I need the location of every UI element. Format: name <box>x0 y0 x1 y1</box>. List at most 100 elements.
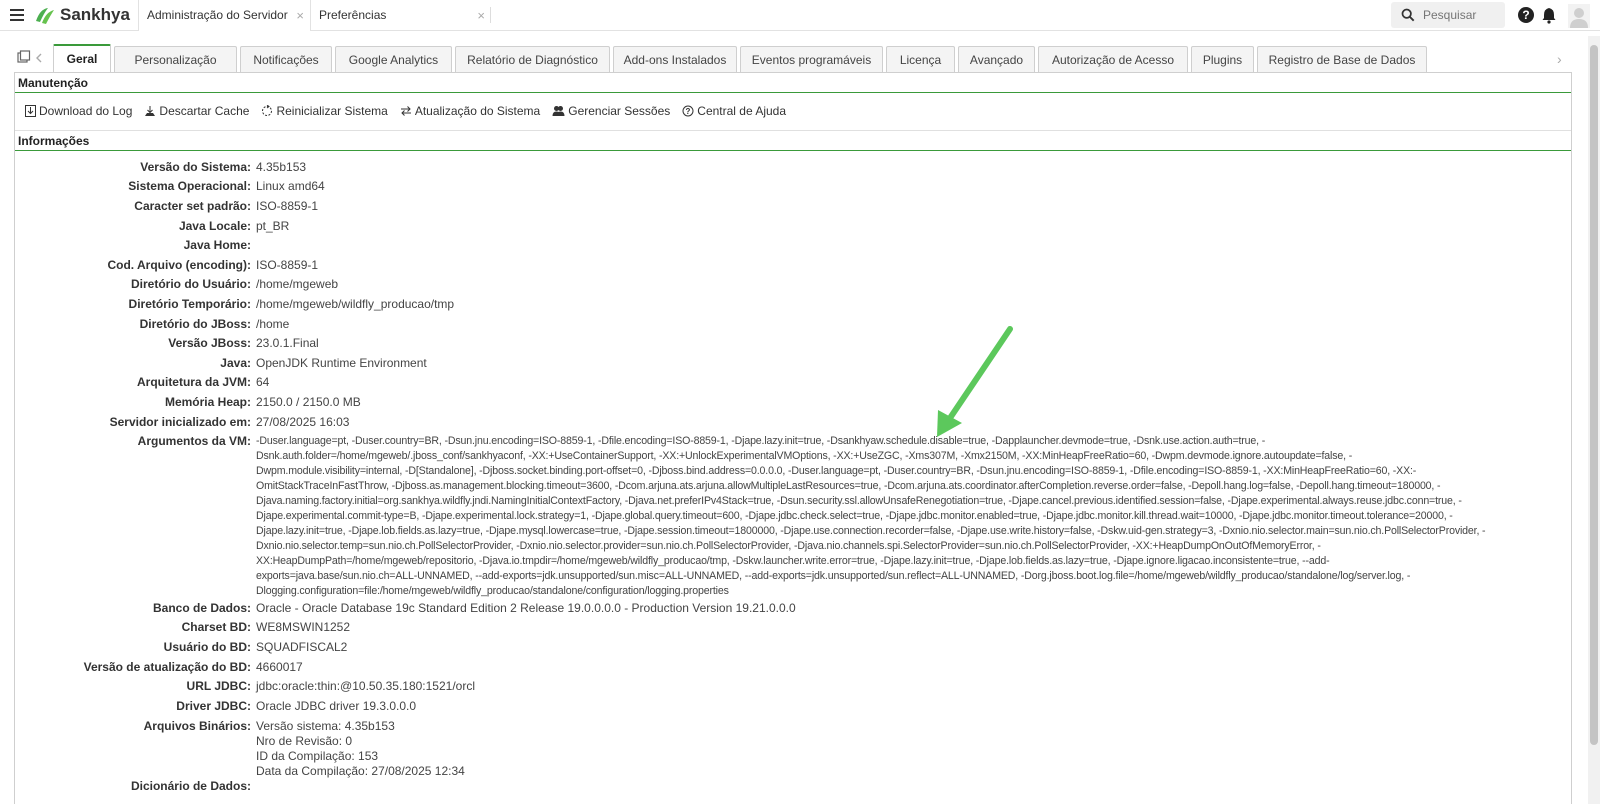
info-value: ISO-8859-1 <box>256 199 319 213</box>
info-label: Diretório Temporário: <box>128 297 251 311</box>
download-log-button[interactable]: Download do Log <box>25 104 132 118</box>
info-value: /home/mgeweb <box>256 277 339 291</box>
info-value: SQUADFISCAL2 <box>256 640 348 654</box>
descartar-cache-button[interactable]: Descartar Cache <box>144 104 249 118</box>
tab-label: Preferências <box>319 8 387 22</box>
sessions-icon <box>552 106 565 116</box>
info-label: Versão JBoss: <box>168 336 251 350</box>
info-label: Sistema Operacional: <box>128 179 251 193</box>
main-panel: Manutenção Download do Log Descartar Cac… <box>14 72 1572 804</box>
restart-icon <box>262 105 273 116</box>
scrollbar-thumb[interactable] <box>1590 45 1598 745</box>
info-label: Banco de Dados: <box>152 601 251 615</box>
tab-avancado[interactable]: Avançado <box>958 46 1035 72</box>
menu-icon[interactable] <box>10 9 24 21</box>
tab-relatorio-diagnostico[interactable]: Relatório de Diagnóstico <box>455 46 610 72</box>
tab-divider <box>490 7 491 23</box>
gerenciar-sessoes-button[interactable]: Gerenciar Sessões <box>552 104 670 118</box>
info-label: Driver JDBC: <box>176 699 251 713</box>
info-value: OpenJDK Runtime Environment <box>256 356 427 370</box>
info-value: 64 <box>256 375 270 389</box>
close-icon[interactable]: × <box>477 8 485 23</box>
info-value: -Duser.language=pt, -Duser.country=BR, -… <box>256 435 1486 597</box>
bell-icon[interactable] <box>1540 6 1558 24</box>
info-value: 4660017 <box>256 660 303 674</box>
reinicializar-sistema-button[interactable]: Reinicializar Sistema <box>261 104 388 118</box>
sankhya-logo-icon <box>36 8 54 24</box>
help-circle-icon: ? <box>682 105 694 117</box>
info-label: Memória Heap: <box>164 395 251 409</box>
info-label: Java: <box>220 356 251 370</box>
tab-licenca[interactable]: Licença <box>886 46 955 72</box>
info-value: jdbc:oracle:thin:@10.50.35.180:1521/orcl <box>256 679 475 693</box>
brand-name: Sankhya <box>60 5 130 24</box>
info-label: Diretório do JBoss: <box>139 317 251 331</box>
download-icon <box>25 105 36 117</box>
info-value: WE8MSWIN1252 <box>256 620 351 634</box>
section-manutencao-title: Manutenção <box>15 73 1571 93</box>
info-value: 2150.0 / 2150.0 MB <box>256 395 361 409</box>
tab-personalizacao[interactable]: Personalização <box>114 46 237 72</box>
info-value: Versão sistema: 4.35b153 Nro de Revisão:… <box>256 719 465 778</box>
tab-plugins[interactable]: Plugins <box>1191 46 1254 72</box>
info-value: 23.0.1.Final <box>256 336 319 350</box>
central-ajuda-label: Central de Ajuda <box>697 104 787 118</box>
info-label: Cod. Arquivo (encoding): <box>107 258 251 272</box>
info-label: Versão do Sistema: <box>140 160 251 174</box>
atualizacao-sistema-button[interactable]: Atualização do Sistema <box>400 104 540 118</box>
info-label: Argumentos da VM: <box>137 434 251 448</box>
info-value: 27/08/2025 16:03 <box>256 415 350 429</box>
info-label: Diretório do Usuário: <box>130 277 251 291</box>
user-avatar-icon[interactable] <box>1568 4 1590 28</box>
search-icon <box>1401 8 1415 22</box>
tab-autorizacao-acesso[interactable]: Autorização de Acesso <box>1038 46 1188 72</box>
info-value: Linux amd64 <box>256 179 325 193</box>
info-label: URL JDBC: <box>186 679 251 693</box>
top-bar: Sankhya Administração do Servidor × Pref… <box>0 0 1600 31</box>
tab-addons-instalados[interactable]: Add-ons Instalados <box>613 46 737 72</box>
info-label: Arquivos Binários: <box>143 719 251 733</box>
close-icon[interactable]: × <box>296 8 304 23</box>
info-label: Arquitetura da JVM: <box>136 375 251 389</box>
atualizacao-sistema-label: Atualização do Sistema <box>414 104 541 118</box>
tab-google-analytics[interactable]: Google Analytics <box>335 46 452 72</box>
info-label: Caracter set padrão: <box>134 199 251 213</box>
info-value: 4.35b153 <box>256 160 307 174</box>
section-informacoes-title: Informações <box>15 131 1571 151</box>
info-label: Versão de atualização do BD: <box>83 660 251 674</box>
svg-text:?: ? <box>1522 8 1529 22</box>
info-label: Servidor inicializado em: <box>109 415 251 429</box>
search-box[interactable] <box>1391 2 1505 28</box>
sankhya-logo[interactable]: Sankhya <box>34 5 130 25</box>
cache-icon <box>145 106 156 116</box>
info-value: /home <box>256 317 290 331</box>
info-value: /home/mgeweb/wildfly_producao/tmp <box>256 297 455 311</box>
tab-notificacoes[interactable]: Notificações <box>240 46 332 72</box>
tab-geral[interactable]: Geral <box>53 44 111 72</box>
tab-administracao-servidor[interactable]: Administração do Servidor × <box>138 0 311 31</box>
descartar-cache-label: Descartar Cache <box>159 104 250 118</box>
svg-text:?: ? <box>686 107 691 116</box>
info-value: Oracle - Oracle Database 19c Standard Ed… <box>256 601 796 615</box>
gerenciar-sessoes-label: Gerenciar Sessões <box>568 104 671 118</box>
tab-label: Administração do Servidor <box>147 8 288 22</box>
info-label: Java Locale: <box>178 219 251 233</box>
central-ajuda-button[interactable]: ? Central de Ajuda <box>682 104 786 118</box>
info-value: pt_BR <box>256 219 290 233</box>
download-log-label: Download do Log <box>39 104 133 118</box>
maintenance-toolbar: Download do Log Descartar Cache Reinicia… <box>25 103 798 119</box>
update-icon <box>400 106 411 116</box>
info-label: Usuário do BD: <box>163 640 251 654</box>
info-label: Java Home: <box>183 238 251 252</box>
sub-tabs: Geral Personalização Notificações Google… <box>14 44 1582 72</box>
info-label: Dicionário de Dados: <box>130 779 251 793</box>
tab-eventos-programaveis[interactable]: Eventos programáveis <box>740 46 883 72</box>
info-label: Charset BD: <box>181 620 251 634</box>
info-value: ISO-8859-1 <box>256 258 319 272</box>
tab-registro-base-dados[interactable]: Registro de Base de Dados <box>1257 46 1427 72</box>
help-icon[interactable]: ? <box>1517 6 1535 24</box>
search-input[interactable] <box>1421 7 1505 23</box>
reinicializar-sistema-label: Reinicializar Sistema <box>276 104 388 118</box>
tab-preferencias[interactable]: Preferências × <box>311 0 491 30</box>
info-value: Oracle JDBC driver 19.3.0.0.0 <box>256 699 417 713</box>
